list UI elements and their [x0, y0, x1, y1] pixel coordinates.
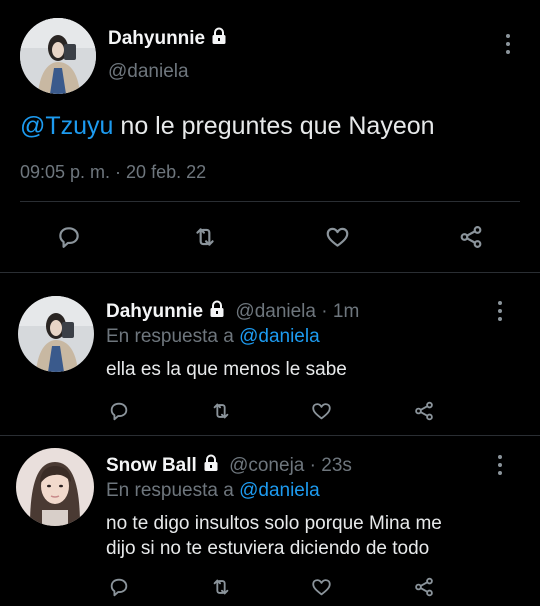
more-options-icon[interactable]	[497, 301, 503, 321]
lock-icon	[210, 300, 224, 317]
like-icon	[311, 579, 331, 596]
reply-button[interactable]	[104, 398, 134, 424]
retweet-icon	[196, 228, 214, 246]
like-icon	[311, 403, 331, 420]
avatar-photo-icon	[16, 448, 94, 526]
section-divider	[0, 435, 540, 436]
reply-context-prefix: En respuesta a	[106, 480, 234, 501]
reply-to-link[interactable]: @daniela	[239, 326, 320, 347]
mention-link[interactable]: @Tzuyu	[20, 112, 113, 140]
reply-icon	[59, 227, 79, 248]
reply-avatar[interactable]	[18, 296, 94, 372]
reply-context: En respuesta a @daniela	[106, 479, 320, 503]
retweet-icon	[213, 579, 229, 595]
main-tweet-handle[interactable]: @daniela	[108, 61, 189, 83]
like-button[interactable]	[306, 398, 336, 424]
reply-author-line: Snow Ball @coneja · 23s	[106, 454, 352, 478]
like-button[interactable]	[318, 222, 356, 252]
reply-text: ella es la que menos le sabe	[106, 359, 347, 380]
more-options-icon[interactable]	[505, 34, 511, 54]
share-button[interactable]	[409, 398, 439, 424]
reply-button[interactable]	[50, 222, 88, 252]
avatar-photo-icon	[18, 296, 94, 372]
reply-to-link[interactable]: @daniela	[239, 480, 320, 501]
more-options-icon[interactable]	[497, 455, 503, 475]
share-button[interactable]	[452, 222, 490, 252]
reply-display-name[interactable]: Snow Ball	[106, 455, 197, 476]
reply-text: no te digo insultos solo porque Mina me …	[106, 511, 442, 561]
share-icon	[460, 226, 482, 248]
reply-author-line: Dahyunnie @daniela · 1m	[106, 300, 359, 324]
reply-context: En respuesta a @daniela	[106, 325, 320, 349]
like-icon	[326, 227, 348, 247]
share-button[interactable]	[409, 574, 439, 600]
lock-icon	[204, 454, 218, 471]
reply-display-name[interactable]: Dahyunnie	[106, 301, 203, 322]
reply-context-prefix: En respuesta a	[106, 326, 234, 347]
retweet-icon	[213, 403, 229, 419]
retweet-button[interactable]	[206, 574, 236, 600]
main-tweet-author-line: Dahyunnie	[108, 27, 228, 51]
main-tweet-body: no le preguntes que Nayeon	[113, 112, 435, 140]
main-tweet-avatar[interactable]	[20, 18, 96, 94]
reply-avatar[interactable]	[16, 448, 94, 526]
reply-button[interactable]	[104, 574, 134, 600]
main-tweet-text: @Tzuyu no le preguntes que Nayeon	[20, 111, 435, 141]
reply-time: · 23s	[309, 455, 352, 476]
main-tweet-divider	[20, 201, 520, 202]
section-divider	[0, 272, 540, 273]
like-button[interactable]	[306, 574, 336, 600]
reply-icon	[110, 578, 128, 597]
reply-time: · 1m	[321, 301, 360, 322]
retweet-button[interactable]	[186, 222, 224, 252]
reply-text-line: no te digo insultos solo porque Mina me	[106, 513, 442, 534]
share-icon	[415, 577, 433, 597]
share-icon	[415, 401, 433, 421]
reply-handle[interactable]: @daniela	[235, 301, 316, 322]
lock-icon	[212, 27, 226, 44]
retweet-button[interactable]	[206, 398, 236, 424]
main-tweet-display-name[interactable]: Dahyunnie	[108, 28, 205, 49]
main-tweet-timestamp[interactable]: 09:05 p. m. · 20 feb. 22	[20, 162, 206, 183]
reply-icon	[110, 402, 128, 421]
avatar-photo-icon	[20, 18, 96, 94]
reply-text-line: dijo si no te estuviera diciendo de todo	[106, 538, 430, 559]
reply-handle[interactable]: @coneja	[229, 455, 304, 476]
